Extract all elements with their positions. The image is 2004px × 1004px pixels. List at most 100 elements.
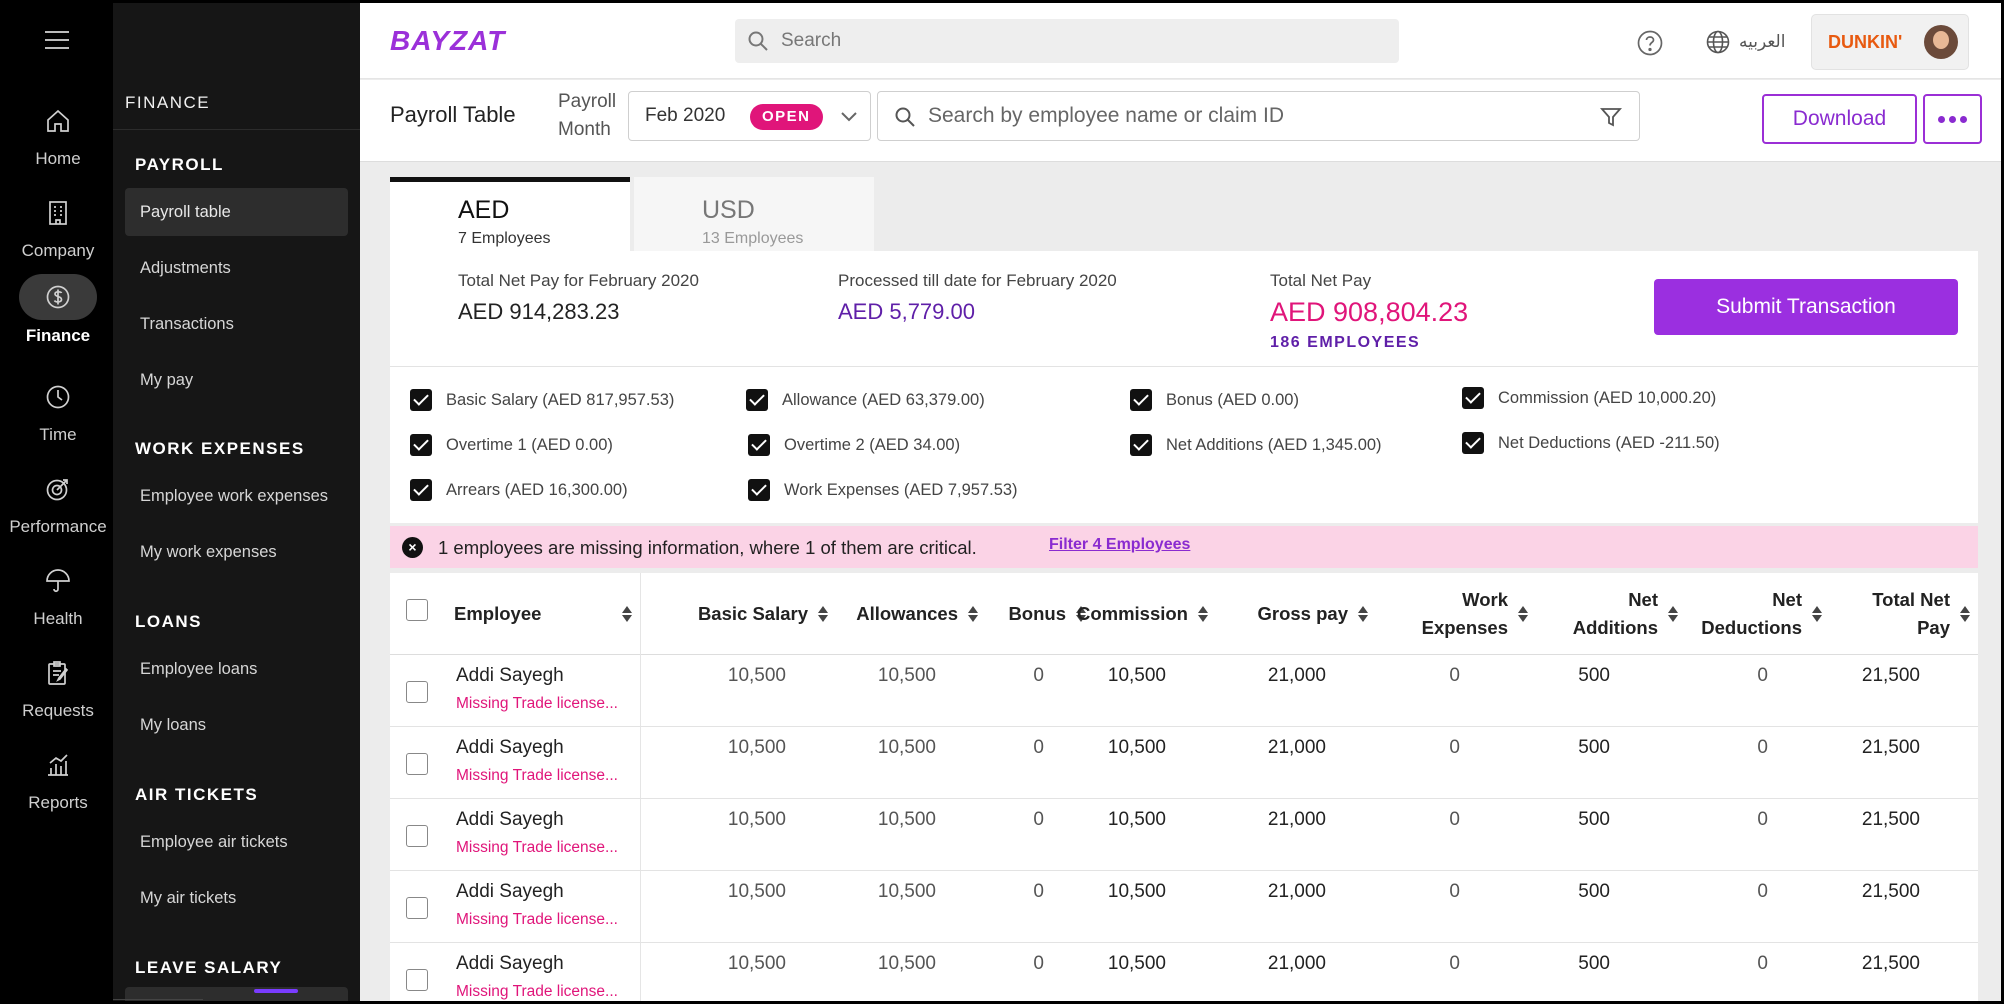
employee-name[interactable]: Addi Sayegh xyxy=(456,737,564,759)
checkbox[interactable] xyxy=(1462,432,1484,454)
column-employee[interactable]: Employee xyxy=(454,573,632,655)
table-cell: 0 xyxy=(1449,881,1460,902)
row-checkbox[interactable] xyxy=(406,897,428,919)
checkbox-label: Net Additions (AED 1,345.00) xyxy=(1166,435,1382,454)
row-checkbox[interactable] xyxy=(406,969,428,991)
sidebar-item-my-air-tickets[interactable]: My air tickets xyxy=(125,874,348,922)
label-line: Month xyxy=(558,119,611,140)
sidebar-item-employee-air-tickets[interactable]: Employee air tickets xyxy=(125,818,348,866)
column-allowances[interactable]: Allowances xyxy=(856,573,978,655)
component-bonus[interactable]: Bonus (AED 0.00) xyxy=(1130,389,1299,411)
sidebar-item-transactions[interactable]: Transactions xyxy=(125,300,348,348)
table-cell: 21,000 xyxy=(1267,737,1326,758)
column-gross-pay[interactable]: Gross pay xyxy=(1258,573,1369,655)
top-bar: BAYZAT Search العربيه DUNKIN' xyxy=(360,3,2001,79)
employee-name[interactable]: Addi Sayegh xyxy=(456,881,564,903)
employee-name[interactable]: Addi Sayegh xyxy=(456,953,564,975)
sort-icon[interactable] xyxy=(622,606,632,622)
nav-requests[interactable]: Requests xyxy=(3,651,113,721)
component-arrears[interactable]: Arrears (AED 16,300.00) xyxy=(410,479,628,501)
sidebar-item-my-work-expenses[interactable]: My work expenses xyxy=(125,528,348,576)
checkbox[interactable] xyxy=(410,434,432,456)
checkbox[interactable] xyxy=(748,479,770,501)
employee-name[interactable]: Addi Sayegh xyxy=(456,665,564,687)
tab-aed[interactable]: AED 7 Employees xyxy=(390,177,630,251)
sort-icon[interactable] xyxy=(1812,606,1822,622)
nav-company[interactable]: Company xyxy=(3,191,113,261)
component-allowance[interactable]: Allowance (AED 63,379.00) xyxy=(746,389,985,411)
bayzat-logo[interactable]: BAYZAT xyxy=(390,25,505,57)
component-overtime-1[interactable]: Overtime 1 (AED 0.00) xyxy=(410,434,613,456)
filter-icon[interactable] xyxy=(1599,105,1623,129)
submit-transaction-button[interactable]: Submit Transaction xyxy=(1654,279,1958,335)
sort-icon[interactable] xyxy=(1358,606,1368,622)
component-net-additions[interactable]: Net Additions (AED 1,345.00) xyxy=(1130,434,1382,456)
component-basic-salary[interactable]: Basic Salary (AED 817,957.53) xyxy=(410,389,674,411)
column-basic-salary[interactable]: Basic Salary xyxy=(698,573,828,655)
component-overtime-2[interactable]: Overtime 2 (AED 34.00) xyxy=(748,434,960,456)
nav-health[interactable]: Health xyxy=(3,559,113,629)
nav-time[interactable]: Time xyxy=(3,375,113,445)
table-row[interactable]: Addi Sayegh Missing Trade license... 10,50… xyxy=(390,871,1978,943)
help-icon[interactable] xyxy=(1636,29,1664,57)
column-net-additions[interactable]: Net Additions xyxy=(1563,573,1678,655)
nav-reports[interactable]: Reports xyxy=(3,743,113,813)
column-bonus[interactable]: Bonus xyxy=(1008,573,1086,655)
row-checkbox[interactable] xyxy=(406,825,428,847)
sidebar-item-employee-loans[interactable]: Employee loans xyxy=(125,645,348,693)
sidebar-item-adjustments[interactable]: Adjustments xyxy=(125,244,348,292)
more-options-button[interactable] xyxy=(1923,94,1982,144)
sidebar-item-my-pay[interactable]: My pay xyxy=(125,356,348,404)
column-commission[interactable]: Commission xyxy=(1077,573,1208,655)
table-cell: 10,500 xyxy=(1107,881,1166,902)
component-work-expenses[interactable]: Work Expenses (AED 7,957.53) xyxy=(748,479,1018,501)
checkbox[interactable] xyxy=(410,479,432,501)
employee-name[interactable]: Addi Sayegh xyxy=(456,809,564,831)
table-row[interactable]: Addi Sayegh Missing Trade license... 10,50… xyxy=(390,799,1978,871)
column-work-expenses[interactable]: Work Expenses xyxy=(1403,573,1528,655)
column-net-deductions[interactable]: Net Deductions xyxy=(1697,573,1822,655)
missing-info-warning: Missing Trade license... xyxy=(456,911,618,928)
table-cell: 21,500 xyxy=(1861,737,1920,758)
checkbox[interactable] xyxy=(746,389,768,411)
sidebar-item-employee-work-expenses[interactable]: Employee work expenses xyxy=(125,472,348,520)
table-row[interactable]: Addi Sayegh Missing Trade license... 10,50… xyxy=(390,655,1978,727)
nav-performance[interactable]: Performance xyxy=(3,467,113,537)
sort-icon[interactable] xyxy=(1198,606,1208,622)
checkbox[interactable] xyxy=(1462,387,1484,409)
table-row[interactable]: Addi Sayegh Missing Trade license... 10,50… xyxy=(390,943,1978,1001)
menu-icon[interactable] xyxy=(45,31,69,49)
component-commission[interactable]: Commission (AED 10,000.20) xyxy=(1462,387,1716,409)
checkbox[interactable] xyxy=(1130,434,1152,456)
sort-icon[interactable] xyxy=(818,606,828,622)
column-total-net-pay[interactable]: Total Net Pay xyxy=(1860,573,1970,655)
sort-icon[interactable] xyxy=(1518,606,1528,622)
sort-icon[interactable] xyxy=(968,606,978,622)
checkbox[interactable] xyxy=(410,389,432,411)
language-switcher[interactable]: العربيه xyxy=(1705,29,1785,55)
global-search-input[interactable]: Search xyxy=(735,19,1399,63)
chart-icon xyxy=(48,754,68,776)
sort-icon[interactable] xyxy=(1668,606,1678,622)
payroll-month-select[interactable]: Feb 2020 OPEN xyxy=(628,91,871,141)
select-all-checkbox[interactable] xyxy=(406,599,428,621)
download-button[interactable]: Download xyxy=(1762,94,1917,144)
nav-home[interactable]: Home xyxy=(3,99,113,169)
table-row[interactable]: Addi Sayegh Missing Trade license... 10,50… xyxy=(390,727,1978,799)
table-cell: 10,500 xyxy=(727,953,786,974)
sidebar-item-my-loans[interactable]: My loans xyxy=(125,701,348,749)
checkbox-label: Allowance (AED 63,379.00) xyxy=(782,390,985,409)
row-checkbox[interactable] xyxy=(406,681,428,703)
component-net-deductions[interactable]: Net Deductions (AED -211.50) xyxy=(1462,432,1720,454)
checkbox[interactable] xyxy=(1130,389,1152,411)
tab-usd[interactable]: USD 13 Employees xyxy=(634,177,874,251)
employee-search-input[interactable]: Search by employee name or claim ID xyxy=(877,91,1640,141)
sidebar-item-payroll-table[interactable]: Payroll table xyxy=(125,188,348,236)
sort-icon[interactable] xyxy=(1960,606,1970,622)
checkbox[interactable] xyxy=(748,434,770,456)
company-account-switcher[interactable]: DUNKIN' xyxy=(1811,14,1969,70)
filter-employees-link[interactable]: Filter 4 Employees xyxy=(1049,536,1190,554)
nav-finance[interactable]: Finance xyxy=(3,274,113,346)
table-cell: 10,500 xyxy=(1107,665,1166,686)
row-checkbox[interactable] xyxy=(406,753,428,775)
